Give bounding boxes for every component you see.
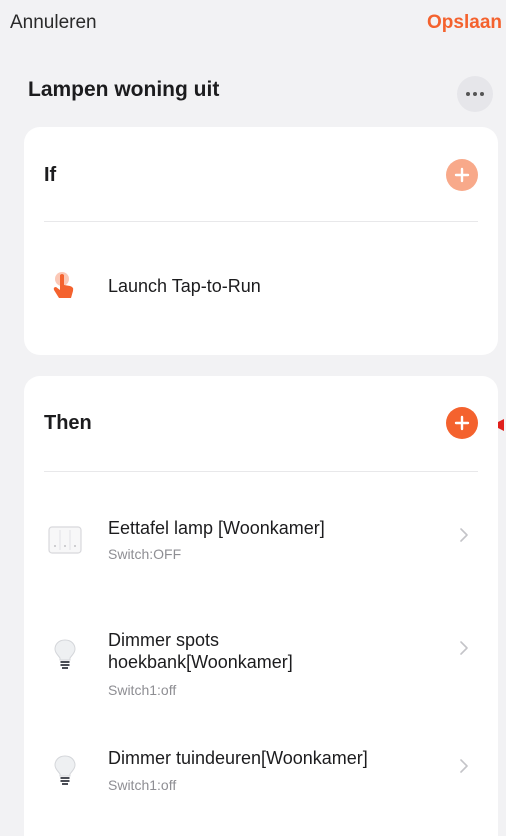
top-bar: Annuleren Opslaan [0, 0, 506, 50]
then-section-title: Then [44, 412, 92, 434]
wall-switch-icon [48, 526, 82, 554]
if-section-title: If [44, 164, 57, 186]
action-row-dimmer-spots[interactable]: Dimmer spots hoekbank[Woonkamer] Switch1… [24, 626, 498, 706]
ellipsis-dot [480, 92, 484, 96]
if-card: If Launch Tap-to-Run [24, 127, 498, 355]
action-status: Switch1:off [108, 777, 177, 793]
plus-icon [454, 167, 470, 183]
ellipsis-dot [473, 92, 477, 96]
chevron-right-icon [460, 759, 468, 773]
condition-row-launch-tap-to-run[interactable]: Launch Tap-to-Run [24, 259, 498, 315]
chevron-right-icon [460, 641, 468, 655]
more-options-button[interactable] [457, 76, 493, 112]
action-status: Switch:OFF [108, 546, 182, 562]
action-title-line2: hoekbank[Woonkamer] [108, 652, 293, 672]
light-bulb-icon [54, 755, 76, 785]
plus-icon [454, 415, 470, 431]
light-bulb-icon [54, 639, 76, 669]
action-row-dimmer-tuindeuren[interactable]: Dimmer tuindeuren[Woonkamer] Switch1:off [24, 744, 498, 814]
save-button[interactable]: Opslaan [427, 12, 502, 34]
action-row-eettafel-lamp[interactable]: Eettafel lamp [Woonkamer] Switch:OFF [24, 504, 498, 574]
add-condition-button[interactable] [446, 159, 478, 191]
action-title: Eettafel lamp [Woonkamer] [108, 518, 325, 538]
then-card: Then Eettafel lamp [Woonkamer] Switch:OF… [24, 376, 498, 836]
divider [44, 221, 478, 222]
condition-label: Launch Tap-to-Run [108, 276, 261, 296]
cancel-button[interactable]: Annuleren [10, 12, 97, 34]
action-title-line1: Dimmer spots [108, 630, 220, 650]
action-title: Dimmer tuindeuren[Woonkamer] [108, 748, 368, 768]
tap-to-run-hand-icon [53, 272, 74, 298]
scene-name-title[interactable]: Lampen woning uit [28, 78, 219, 102]
divider [44, 471, 478, 472]
add-action-button[interactable] [446, 407, 478, 439]
ellipsis-icon [466, 92, 470, 96]
chevron-right-icon [460, 528, 468, 542]
action-title: Dimmer spots hoekbank[Woonkamer] [108, 629, 438, 673]
action-status: Switch1:off [108, 682, 177, 698]
